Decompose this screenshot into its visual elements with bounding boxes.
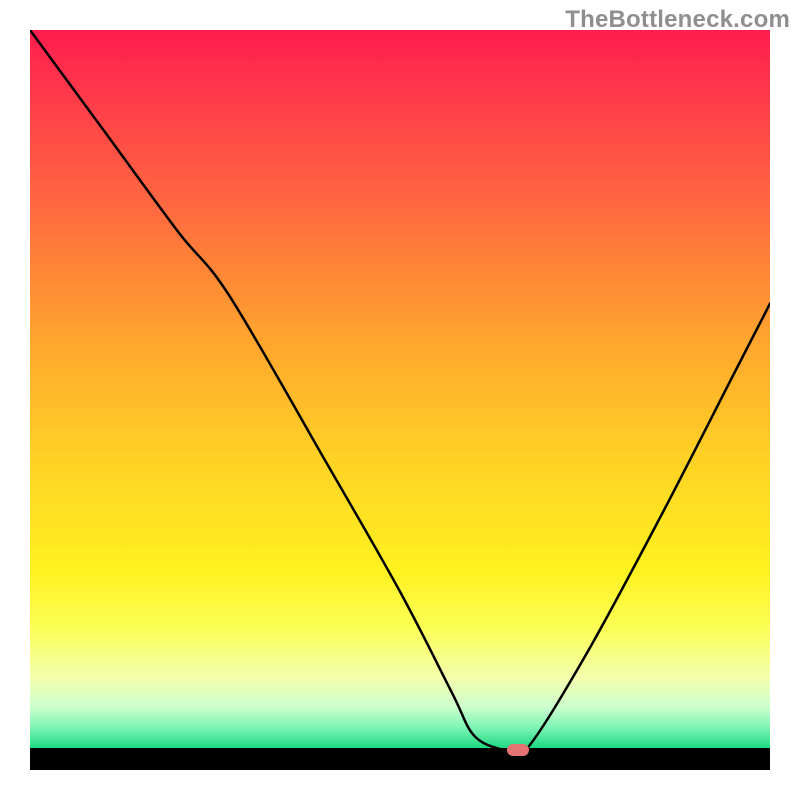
trough-marker: [507, 744, 529, 756]
stage: TheBottleneck.com: [0, 0, 800, 800]
severity-gradient: [30, 30, 770, 750]
plot-frame: [30, 30, 770, 770]
baseline: [30, 748, 770, 750]
